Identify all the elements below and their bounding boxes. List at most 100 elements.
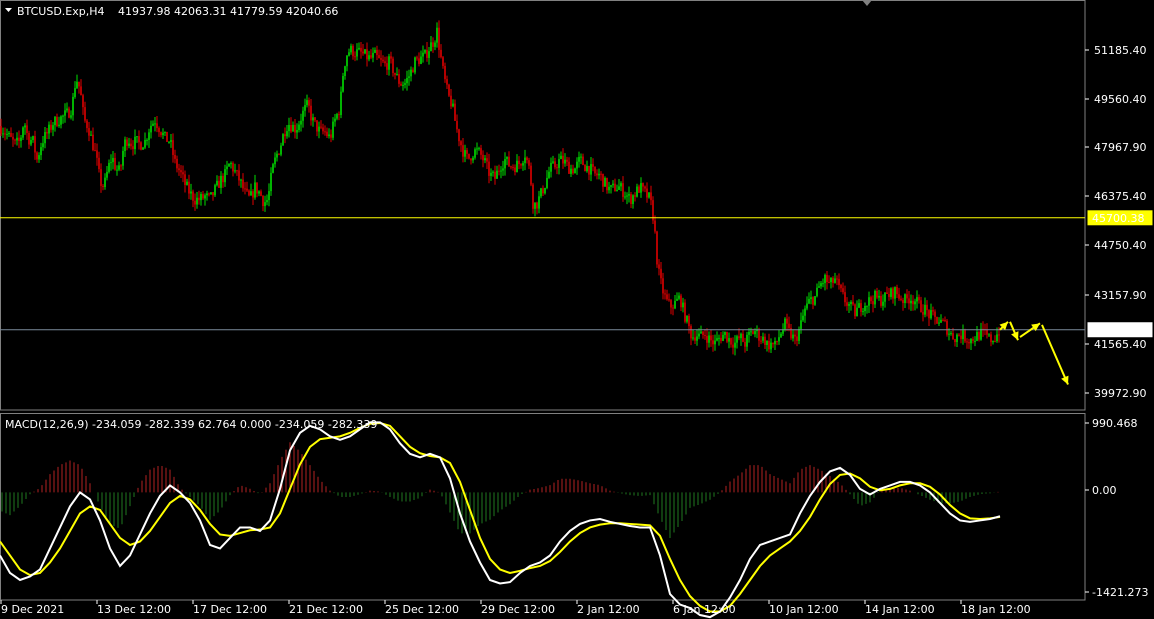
candle-body [298,124,300,131]
candle-body [262,195,264,207]
candle-body [766,340,768,345]
candle-body [912,300,914,305]
candle-body [478,148,480,150]
yellow-level-tag: 45700.38 [1092,212,1145,225]
candle-body [78,81,80,87]
candle-body [180,170,182,173]
candle-body [852,301,854,305]
candle-body [892,288,894,299]
candle-body [514,167,516,173]
candle-body [58,124,60,126]
forecast-arrow-line[interactable] [1041,324,1069,385]
candle-body [232,163,234,172]
candle-body [866,305,868,307]
price-tick-label: 51185.40 [1094,44,1147,57]
candle-body [202,194,204,199]
candle-body [818,286,820,288]
candle-body [608,186,610,191]
candle-body [288,124,290,132]
candle-body [406,77,408,84]
candle-body [726,331,728,342]
dropdown-triangle-icon[interactable] [5,8,12,12]
candle-body [916,297,918,302]
candle-body [426,49,428,58]
candle-body [390,56,392,59]
candle-body [338,114,340,116]
candle-body [444,65,446,80]
candle-body [360,47,362,52]
candle-body [806,303,808,309]
candle-body [404,83,406,85]
candle-body [934,311,936,317]
candle-body [492,171,494,173]
candle-body [350,45,352,53]
candle-body [676,298,678,301]
candle-body [978,332,980,340]
macd-line [0,421,1001,619]
candle-body [46,132,48,134]
candle-body [442,57,444,66]
candle-body [358,47,360,50]
candle-body [4,133,6,135]
candle-body [926,304,928,311]
ohlc-label: 41937.98 42063.31 41779.59 42040.66 [118,5,338,18]
candle-body [708,335,710,343]
candle-body [636,186,638,197]
candle-body [954,339,956,343]
candle-body [528,160,530,166]
candle-body [536,202,538,209]
candle-body [838,278,840,286]
candle-body [8,132,10,135]
candle-body [872,301,874,305]
candle-body [600,173,602,175]
candle-body [276,153,278,158]
candle-body [878,295,880,298]
forecast-arrows[interactable] [999,321,1069,385]
chart-canvas[interactable]: 51185.40 49560.40 47967.90 46375.40 44750.40… [0,0,1154,619]
candle-body [182,172,184,175]
candle-body [496,170,498,179]
candle-body [588,166,590,175]
price-tick-label: 49560.40 [1094,93,1147,106]
candle-body [558,159,560,168]
candle-body [690,326,692,339]
candle-body [418,58,420,64]
chart-window[interactable]: 51185.40 49560.40 47967.90 46375.40 44750.40… [0,0,1154,619]
candle-body [824,274,826,284]
candle-body [356,49,358,57]
time-tick-label: 9 Dec 2021 [1,603,64,616]
candle-body [312,117,314,121]
candle-body [586,166,588,172]
candle-body [266,200,268,203]
candle-body [424,49,426,53]
candle-body [132,146,134,150]
candle-body [706,335,708,343]
candle-body [326,131,328,137]
candle-body [994,341,996,343]
candle-body [752,331,754,335]
candle-body [842,288,844,293]
candle-body [768,340,770,350]
candle-body [704,334,706,336]
candle-body [94,150,96,152]
candle-body [678,295,680,299]
candle-body [396,74,398,76]
candle-body [216,180,218,186]
candle-body [90,134,92,136]
candle-body [850,301,852,305]
candle-body [784,318,786,330]
candle-body [448,84,450,96]
candle-body [36,152,38,160]
candle-body [914,301,916,305]
candle-body [918,297,920,301]
candle-body [512,166,514,168]
candle-body [556,167,558,169]
candle-body [884,292,886,302]
candle-body [910,300,912,304]
scroll-marker-icon[interactable] [862,0,872,6]
candle-body [888,293,890,297]
candle-body [544,187,546,194]
candle-body [896,287,898,295]
candle-body [168,141,170,143]
candle-body [48,124,50,134]
